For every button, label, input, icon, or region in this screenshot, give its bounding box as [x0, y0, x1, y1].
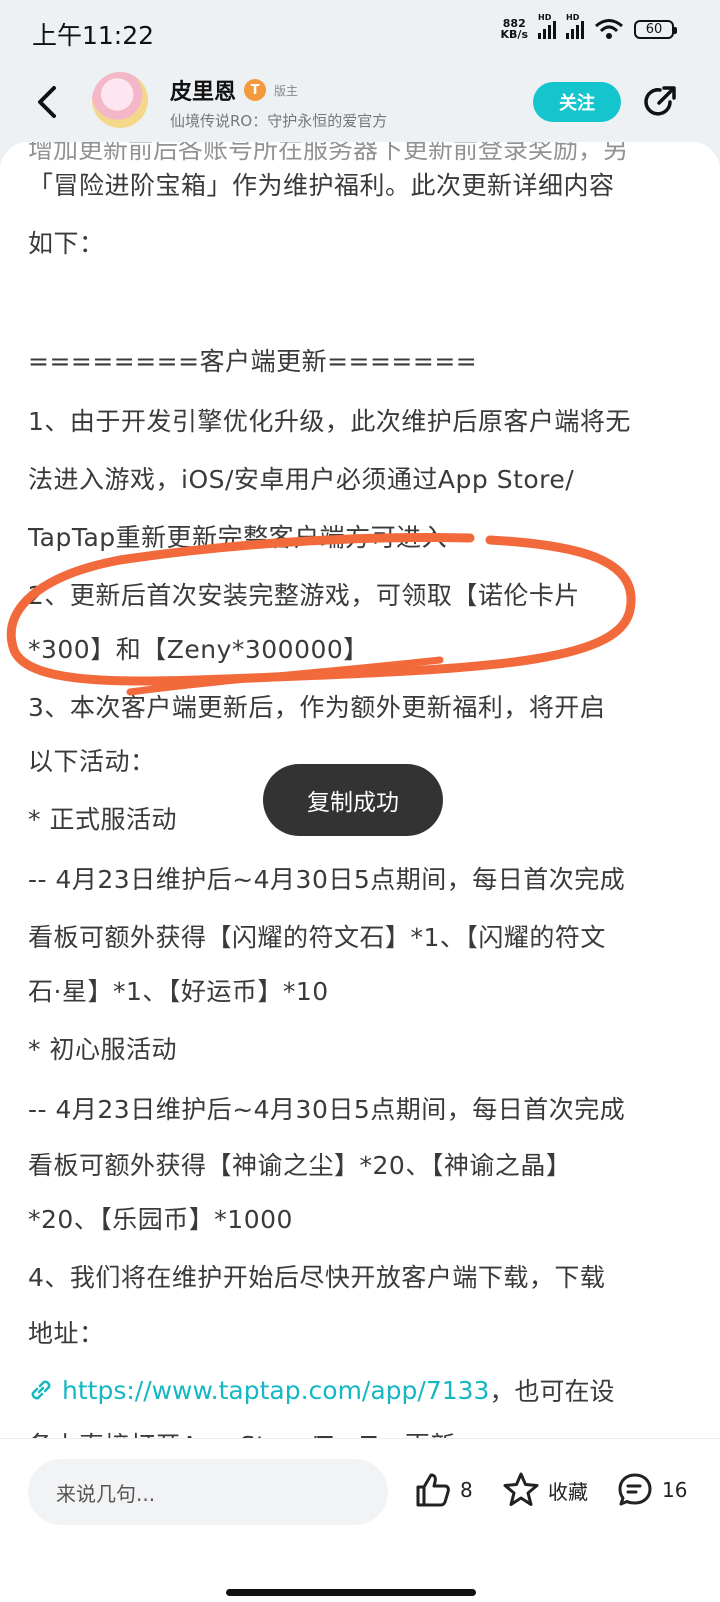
- back-arrow-icon[interactable]: [28, 80, 68, 124]
- text-line: * 正式服活动: [28, 805, 177, 834]
- text-line: *20、【乐园币】*1000: [28, 1205, 293, 1234]
- text-line: 「冒险进阶宝箱」作为维护福利。此次更新详细内容: [28, 171, 615, 200]
- follow-button[interactable]: 关注: [533, 82, 621, 122]
- text-line: 看板可额外获得【闪耀的符文石】*1、【闪耀的符文: [28, 923, 606, 952]
- post-header: 皮里恩 T 版主 仙境传说RO：守护永恒的爱官方 关注: [0, 66, 720, 142]
- network-speed: 882 KB/s: [501, 18, 528, 40]
- download-link[interactable]: https://www.taptap.com/app/7133: [62, 1376, 489, 1405]
- author-subtitle: 仙境传说RO：守护永恒的爱官方: [170, 112, 388, 130]
- like-button[interactable]: 8: [414, 1471, 473, 1509]
- text-line: 看板可额外获得【神谕之尘】*20、【神谕之晶】: [28, 1151, 572, 1180]
- thumbs-up-icon: [416, 1473, 450, 1507]
- signal-icon-2: HD: [566, 13, 584, 39]
- text-line: -- 4月23日维护后~4月30日5点期间，每日首次完成: [28, 865, 626, 894]
- partial-text-line: 增加更新前后各账号所在服务器下更新前登录奖励，另: [28, 142, 629, 164]
- author-name[interactable]: 皮里恩: [170, 74, 236, 106]
- wifi-icon: [595, 19, 623, 39]
- text-line: -- 4月23日维护后~4月30日5点期间，每日首次完成: [28, 1095, 626, 1124]
- battery-icon: 60: [634, 19, 677, 39]
- text-line: 4、我们将在维护开始后尽快开放客户端下载，下载: [28, 1263, 606, 1292]
- status-icons: 882 KB/s HD HD 60: [501, 13, 677, 40]
- favorite-button[interactable]: 收藏: [502, 1471, 588, 1509]
- home-indicator[interactable]: [226, 1589, 476, 1596]
- link-row: https://www.taptap.com/app/7133 ，也可在设: [28, 1372, 614, 1408]
- text-line: 以下活动：: [28, 747, 156, 776]
- text-line: *300】和【Zeny*300000】: [28, 635, 369, 664]
- comments-button[interactable]: 16: [616, 1471, 687, 1509]
- comment-count: 16: [662, 1478, 688, 1502]
- text-line: 地址：: [28, 1319, 105, 1348]
- favorite-label: 收藏: [548, 1479, 588, 1504]
- text-line: 3、本次客户端更新后，作为额外更新福利，将开启: [28, 693, 606, 722]
- comment-bubble-icon: [618, 1473, 652, 1506]
- text-line: TapTap重新更新完整客户端方可进入: [28, 523, 448, 552]
- link-icon: [31, 1380, 51, 1400]
- status-bar: 上午11:22 882 KB/s HD HD 60: [0, 0, 720, 66]
- role-label: 版主: [274, 83, 299, 98]
- like-count: 8: [460, 1478, 473, 1502]
- star-icon: [503, 1472, 539, 1506]
- toast-message: 复制成功: [263, 764, 443, 836]
- partial-text-line: 备上直接打开App Store/TapTap更新: [28, 1426, 456, 1438]
- text-line: * 初心服活动: [28, 1035, 177, 1064]
- text-line: 如下：: [28, 229, 105, 258]
- hd-label-2: HD: [566, 13, 580, 22]
- hd-label: HD: [538, 13, 552, 22]
- author-row: 皮里恩 T 版主: [170, 74, 298, 106]
- text-line: 2、更新后首次安装完整游戏，可领取【诺伦卡片: [28, 581, 580, 610]
- comment-input[interactable]: 来说几句...: [28, 1459, 388, 1525]
- link-suffix: ，也可在设: [489, 1377, 615, 1406]
- text-line: 石·星】*1、【好运币】*10: [28, 977, 329, 1006]
- section-divider: ========客户端更新=======: [28, 347, 478, 376]
- network-speed-unit: KB/s: [500, 28, 528, 41]
- share-icon[interactable]: [640, 82, 680, 122]
- bottom-action-bar: 来说几句... 8 收藏 16: [0, 1438, 720, 1602]
- level-badge: T: [244, 79, 267, 101]
- avatar[interactable]: [92, 72, 148, 128]
- text-line: 法进入游戏，iOS/安卓用户必须通过App Store/: [28, 465, 575, 494]
- status-time: 上午11:22: [32, 21, 155, 50]
- signal-icon: HD: [538, 13, 556, 39]
- text-line: 1、由于开发引擎优化升级，此次维护后原客户端将无: [28, 407, 631, 436]
